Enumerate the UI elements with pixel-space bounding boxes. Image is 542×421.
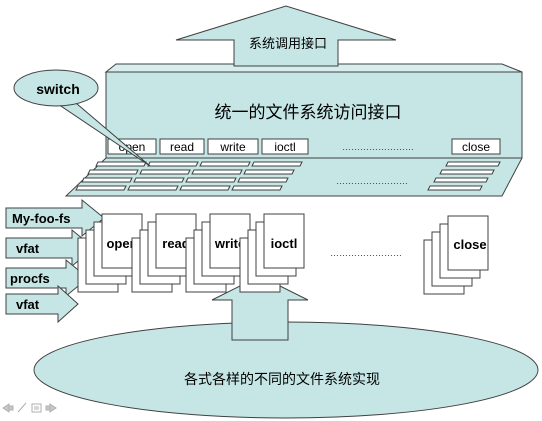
interface-box <box>64 63 523 197</box>
interface-title: 统一的文件系统访问接口 <box>215 103 402 123</box>
interface-op-close: close <box>462 140 490 154</box>
interface-ellipsis: …………………… <box>342 142 414 152</box>
fs-label-vfat-2: vfat <box>16 297 40 312</box>
fs-label-vfat-1: vfat <box>16 241 40 256</box>
system-call-label: 系统调用接口 <box>249 36 327 52</box>
switch-label: switch <box>36 81 80 97</box>
pen-icon[interactable] <box>17 402 27 413</box>
card-stack-close: close <box>423 215 489 295</box>
menu-icon[interactable] <box>31 403 42 413</box>
interface-op-write: write <box>219 140 246 154</box>
back-icon[interactable] <box>2 403 14 413</box>
interface-box-front <box>64 71 523 197</box>
interface-op-read: read <box>170 140 194 154</box>
fs-implementations-label: 各式各样的不同的文件系统实现 <box>184 372 380 388</box>
forward-icon[interactable] <box>45 403 57 413</box>
fs-label-procfs: procfs <box>10 271 50 286</box>
footer-nav <box>2 402 57 413</box>
interface-op-ioctl: ioctl <box>274 140 295 154</box>
vfs-diagram: 各式各样的不同的文件系统实现 系统调用接口 统一的文件系统访问接口 open r… <box>2 5 539 419</box>
fs-label-my-foo-fs: My-foo-fs <box>12 211 71 226</box>
slots-ellipsis: …………………… <box>336 176 408 186</box>
system-call-arrow <box>175 5 397 67</box>
cards-ellipsis: …………………… <box>330 248 402 258</box>
card-close-label: close <box>453 237 486 252</box>
card-ioctl-label: ioctl <box>271 236 298 251</box>
